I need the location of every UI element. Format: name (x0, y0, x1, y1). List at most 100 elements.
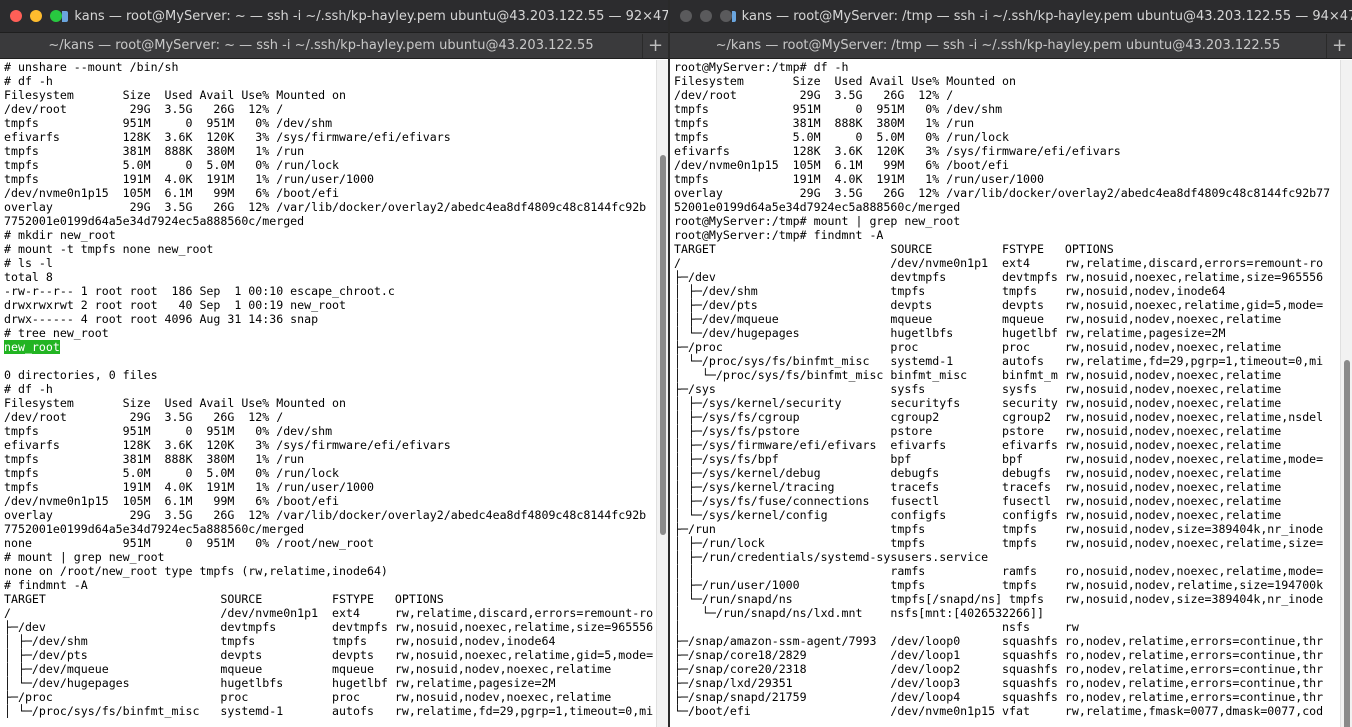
terminal-window-left[interactable]: kans — root@MyServer: ~ — ssh -i ~/.ssh/… (0, 0, 668, 727)
terminal-line: │ ├─/dev/mqueue mqueue mqueue rw,nosuid,… (674, 312, 1282, 326)
terminal-line: TARGET SOURCE FSTYPE OPTIONS (4, 592, 444, 606)
tab-ssh-session[interactable]: ~/kans — root@MyServer: /tmp — ssh -i ~/… (670, 38, 1326, 53)
traffic-lights (680, 10, 732, 22)
terminal-line: ├─/snap/snapd/21759 /dev/loop4 squashfs … (674, 690, 1324, 704)
terminal-line: │ ├─/run/lock tmpfs tmpfs rw,nosuid,node… (674, 536, 1324, 550)
terminal-line: none on /root/new_root type tmpfs (rw,re… (4, 564, 388, 578)
terminal-line: │ ├─/sys/fs/bpf bpf bpf rw,nosuid,nodev,… (674, 452, 1324, 466)
terminal-line: tmpfs 951M 0 951M 0% /dev/shm (4, 424, 333, 438)
terminal-line: root@MyServer:/tmp# findmnt -A (674, 228, 884, 242)
terminal-line: 7752001e0199d64a5e34d7924ec5a888560c/mer… (4, 214, 305, 228)
terminal-line: │ └─/sys/kernel/config configfs configfs… (674, 508, 1282, 522)
scrollbar[interactable] (1340, 60, 1352, 727)
terminal-line: total 8 (4, 270, 53, 284)
terminal-line: TARGET SOURCE FSTYPE OPTIONS (674, 242, 1114, 256)
terminal-window-right[interactable]: kans — root@MyServer: /tmp — ssh -i ~/.s… (670, 0, 1352, 727)
terminal-line: │ ├─/dev/pts devpts devpts rw,nosuid,noe… (4, 648, 654, 662)
terminal-line: │ └─/run/snapd/ns/lxd.mnt nsfs[mnt:[4026… (674, 606, 1044, 620)
terminal-line: drwxrwxrwt 2 root root 40 Sep 1 00:19 ne… (4, 298, 347, 312)
window-title: kans — root@MyServer: ~ — ssh -i ~/.ssh/… (62, 9, 668, 24)
terminal-line: tmpfs 5.0M 0 5.0M 0% /run/lock (4, 466, 340, 480)
terminal-line: new_root (4, 340, 656, 354)
terminal-line: tmpfs 951M 0 951M 0% /dev/shm (4, 116, 333, 130)
terminal-line: │ ├─/sys/firmware/efi/efivars efivarfs e… (674, 438, 1282, 452)
title-bar[interactable]: kans — root@MyServer: /tmp — ssh -i ~/.s… (670, 0, 1352, 32)
terminal-line: │ └─/run/snapd/ns tmpfs[/snapd/ns] tmpfs… (674, 592, 1324, 606)
new-tab-button[interactable]: + (1326, 33, 1352, 58)
terminal-line: tmpfs 951M 0 951M 0% /dev/shm (674, 102, 1003, 116)
terminal-line: none 951M 0 951M 0% /root/new_root (4, 536, 374, 550)
terminal-line: # unshare --mount /bin/sh (4, 60, 179, 74)
terminal-line: ├─/run tmpfs tmpfs rw,nosuid,nodev,size=… (674, 522, 1324, 536)
terminal-output[interactable]: # unshare --mount /bin/sh # df -h Filesyst… (0, 60, 656, 727)
terminal-line: │ ├─/run/user/1000 tmpfs tmpfs rw,nosuid… (674, 578, 1324, 592)
terminal-line: │ nsfs rw (674, 620, 1079, 634)
maximize-button[interactable] (720, 10, 732, 22)
tab-bar: ~/kans — root@MyServer: /tmp — ssh -i ~/… (670, 32, 1352, 59)
terminal-line: /dev/root 29G 3.5G 26G 12% / (4, 102, 284, 116)
terminal-line: # tree new_root (4, 326, 109, 340)
terminal-line: │ ├─/sys/kernel/tracing tracefs tracefs … (674, 480, 1282, 494)
terminal-line: │ ├─/sys/fs/cgroup cgroup2 cgroup2 rw,no… (674, 410, 1324, 424)
terminal-line: 52001e0199d64a5e34d7924ec5a888560c/merge… (674, 200, 961, 214)
terminal-line: # mount -t tmpfs none new_root (4, 242, 214, 256)
close-button[interactable] (680, 10, 692, 22)
terminal-line: │ ├─/sys/fs/fuse/connections fusectl fus… (674, 494, 1282, 508)
terminal-line: tmpfs 191M 4.0K 191M 1% /run/user/1000 (4, 172, 374, 186)
terminal-line: tmpfs 191M 4.0K 191M 1% /run/user/1000 (674, 172, 1044, 186)
new-tab-button[interactable]: + (642, 33, 668, 58)
terminal-output[interactable]: root@MyServer:/tmp# df -h Filesystem Size… (670, 60, 1340, 727)
window-title-text: kans — root@MyServer: /tmp — ssh -i ~/.s… (741, 8, 1352, 24)
terminal-line: │ └─/dev/hugepages hugetlbfs hugetlbf rw… (4, 676, 556, 690)
terminal-line: /dev/nvme0n1p15 105M 6.1M 99M 6% /boot/e… (4, 186, 340, 200)
terminal-line: overlay 29G 3.5G 26G 12% /var/lib/docker… (674, 186, 1331, 200)
terminal-line: tmpfs 5.0M 0 5.0M 0% /run/lock (4, 158, 340, 172)
terminal-line: tmpfs 191M 4.0K 191M 1% /run/user/1000 (4, 480, 374, 494)
terminal-line: # df -h (4, 74, 53, 88)
highlighted-directory: new_root (4, 340, 60, 354)
terminal-line: │ ├─/run/credentials/systemd-sysusers.se… (674, 550, 989, 564)
terminal-line: ├─/dev devtmpfs devtmpfs rw,nosuid,noexe… (674, 270, 1324, 284)
terminal-line: / /dev/nvme0n1p1 ext4 rw,relatime,discar… (674, 256, 1324, 270)
terminal-line: tmpfs 381M 888K 380M 1% /run (674, 116, 975, 130)
terminal-line: │ ├─/sys/kernel/debug debugfs debugfs rw… (674, 466, 1282, 480)
tab-bar: ~/kans — root@MyServer: ~ — ssh -i ~/.ss… (0, 32, 668, 59)
maximize-button[interactable] (50, 10, 62, 22)
terminal-line: Filesystem Size Used Avail Use% Mounted … (674, 74, 1017, 88)
terminal-line: ├─/sys sysfs sysfs rw,nosuid,nodev,noexe… (674, 382, 1282, 396)
terminal-line: root@MyServer:/tmp# df -h (674, 60, 849, 74)
terminal-line: │ └─/proc/sys/fs/binfmt_misc binfmt_misc… (674, 368, 1282, 382)
terminal-line: ├─/snap/core18/2829 /dev/loop1 squashfs … (674, 648, 1324, 662)
terminal-line: │ ├─/dev/shm tmpfs tmpfs rw,nosuid,nodev… (4, 634, 556, 648)
terminal-line: # df -h (4, 382, 53, 396)
tab-ssh-session[interactable]: ~/kans — root@MyServer: ~ — ssh -i ~/.ss… (0, 38, 642, 53)
terminal-line: │ ├─/sys/kernel/security securityfs secu… (674, 396, 1282, 410)
minimize-button[interactable] (30, 10, 42, 22)
terminal-line: │ └─/proc/sys/fs/binfmt_misc systemd-1 a… (4, 704, 654, 718)
terminal-line: overlay 29G 3.5G 26G 12% /var/lib/docker… (4, 508, 647, 522)
terminal-line: # mount | grep new_root (4, 550, 165, 564)
terminal-line: ├─/proc proc proc rw,nosuid,nodev,noexec… (674, 340, 1282, 354)
close-button[interactable] (10, 10, 22, 22)
terminal-line: │ ├─/dev/mqueue mqueue mqueue rw,nosuid,… (4, 662, 612, 676)
terminal-line: tmpfs 381M 888K 380M 1% /run (4, 452, 305, 466)
terminal-line: 7752001e0199d64a5e34d7924ec5a888560c/mer… (4, 522, 305, 536)
title-bar[interactable]: kans — root@MyServer: ~ — ssh -i ~/.ssh/… (0, 0, 668, 32)
terminal-line: root@MyServer:/tmp# mount | grep new_roo… (674, 214, 961, 228)
terminal-line: efivarfs 128K 3.6K 120K 3% /sys/firmware… (4, 438, 451, 452)
terminal-line: │ ├─/sys/fs/pstore pstore pstore rw,nosu… (674, 424, 1282, 438)
scrollbar-thumb[interactable] (660, 155, 666, 535)
terminal-line: ├─/proc proc proc rw,nosuid,nodev,noexec… (4, 690, 612, 704)
terminal-line: 0 directories, 0 files (4, 368, 158, 382)
terminal-line: overlay 29G 3.5G 26G 12% /var/lib/docker… (4, 200, 647, 214)
scrollbar[interactable] (656, 60, 668, 727)
terminal-line: │ │ ramfs ramfs ro,nosuid,nodev,noexec,r… (674, 564, 1324, 578)
terminal-line: tmpfs 5.0M 0 5.0M 0% /run/lock (674, 130, 1010, 144)
terminal-line: │ ├─/dev/shm tmpfs tmpfs rw,nosuid,nodev… (674, 284, 1226, 298)
minimize-button[interactable] (700, 10, 712, 22)
scrollbar-thumb[interactable] (1344, 360, 1350, 727)
terminal-line: ├─/dev devtmpfs devtmpfs rw,nosuid,noexe… (4, 620, 654, 634)
window-title: kans — root@MyServer: /tmp — ssh -i ~/.s… (732, 9, 1352, 24)
terminal-line: ├─/snap/core20/2318 /dev/loop2 squashfs … (674, 662, 1324, 676)
terminal-line: /dev/root 29G 3.5G 26G 12% / (674, 88, 954, 102)
